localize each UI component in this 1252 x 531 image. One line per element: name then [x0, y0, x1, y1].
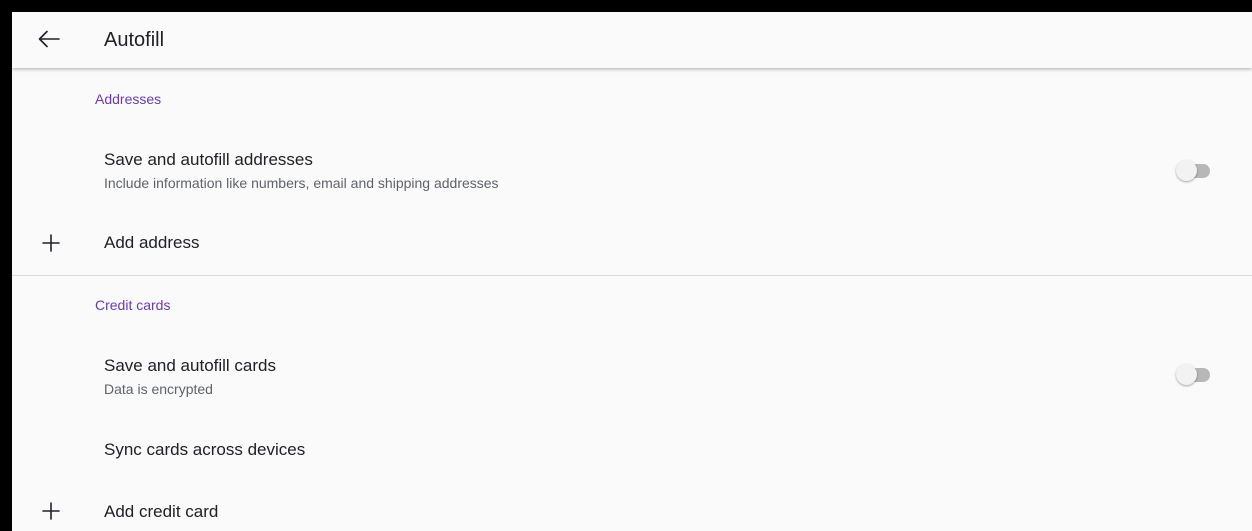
page-title: Autofill	[104, 29, 165, 51]
plus-icon	[42, 502, 60, 520]
save-addresses-row[interactable]: Save and autofill addresses Include info…	[12, 136, 1252, 202]
sync-cards-row[interactable]: Sync cards across devices	[12, 424, 1252, 476]
back-button[interactable]	[34, 24, 64, 54]
save-cards-row[interactable]: Save and autofill cards Data is encrypte…	[12, 342, 1252, 408]
arrow-left-icon	[38, 30, 60, 48]
save-cards-subtitle: Data is encrypted	[104, 381, 213, 397]
credit-cards-section-header: Credit cards	[95, 297, 171, 313]
save-addresses-title: Save and autofill addresses	[104, 150, 313, 169]
add-credit-card-label: Add credit card	[104, 502, 219, 521]
app-bar: Autofill	[12, 12, 1252, 68]
autofill-screen: Autofill Addresses Save and autofill add…	[12, 12, 1252, 531]
add-credit-card-row[interactable]: Add credit card	[12, 486, 1252, 531]
sync-cards-label: Sync cards across devices	[104, 440, 306, 459]
section-divider	[12, 275, 1252, 276]
addresses-section-header: Addresses	[95, 91, 162, 107]
add-address-row[interactable]: Add address	[12, 218, 1252, 268]
toggle-thumb	[1176, 364, 1197, 385]
save-addresses-toggle[interactable]	[1176, 160, 1212, 182]
add-address-label: Add address	[104, 233, 200, 252]
save-cards-toggle[interactable]	[1176, 364, 1212, 386]
toggle-thumb	[1176, 160, 1197, 181]
save-addresses-subtitle: Include information like numbers, email …	[104, 175, 499, 191]
save-cards-title: Save and autofill cards	[104, 356, 276, 375]
plus-icon	[42, 234, 60, 252]
